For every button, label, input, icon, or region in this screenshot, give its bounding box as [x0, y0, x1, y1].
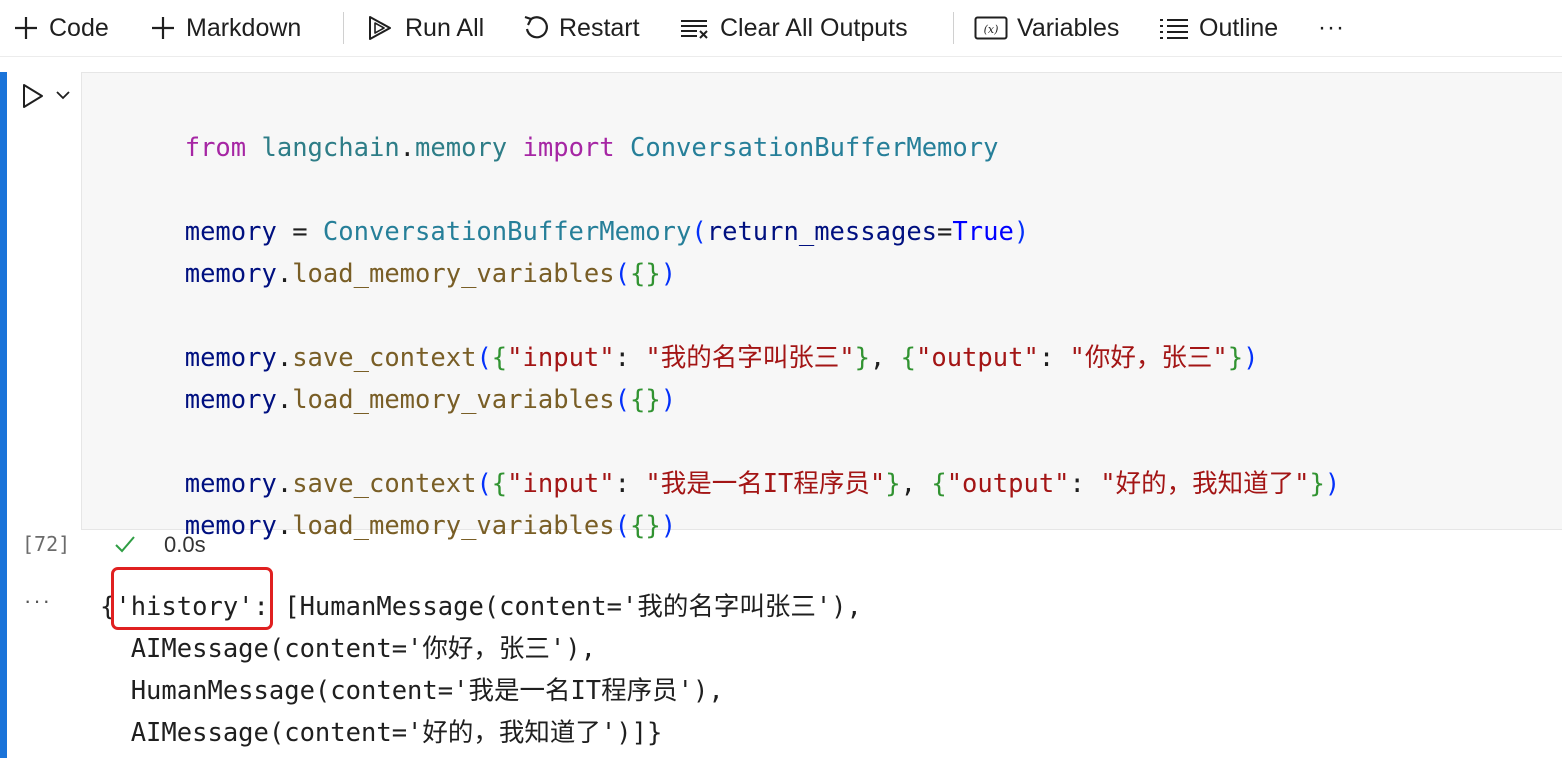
- more-actions-label: ···: [1318, 14, 1345, 41]
- outline-button[interactable]: Outline: [1158, 0, 1278, 56]
- variables-label: Variables: [1017, 13, 1120, 42]
- output-line: HumanMessage(content='我是一名IT程序员'),: [100, 676, 724, 706]
- clear-all-outputs-label: Clear All Outputs: [720, 13, 908, 42]
- add-markdown-cell-label: Markdown: [186, 13, 302, 42]
- more-actions-button[interactable]: ···: [1318, 0, 1345, 56]
- toolbar-divider: [343, 12, 344, 44]
- add-code-cell-button[interactable]: Code: [12, 0, 109, 56]
- highlight-annotation-box: [111, 567, 273, 630]
- execution-count: [72]: [22, 532, 71, 556]
- collapse-cell-button[interactable]: [54, 86, 72, 104]
- chevron-down-icon: [56, 91, 70, 100]
- execution-time: 0.0s: [164, 532, 206, 557]
- toolbar-divider: [953, 12, 954, 44]
- output-actions-button[interactable]: ···: [24, 588, 52, 614]
- code-line: memory.save_context({"input": "我是一名IT程序员…: [184, 469, 1341, 499]
- restart-icon: [522, 14, 550, 42]
- code-line: from langchain.memory import Conversatio…: [184, 133, 999, 163]
- variables-icon: (x): [974, 14, 1008, 42]
- run-all-label: Run All: [405, 13, 485, 42]
- clear-outputs-icon: [679, 14, 711, 42]
- restart-label: Restart: [559, 13, 640, 42]
- run-all-icon: [366, 14, 396, 42]
- run-all-button[interactable]: Run All: [366, 0, 484, 56]
- add-code-cell-label: Code: [49, 13, 109, 42]
- code-line: memory = ConversationBufferMemory(return…: [184, 217, 1030, 247]
- plus-icon: [149, 14, 177, 42]
- restart-button[interactable]: Restart: [522, 0, 640, 56]
- code-line: memory.load_memory_variables({}): [184, 385, 677, 415]
- variables-icon-text: (x): [984, 23, 999, 36]
- variables-button[interactable]: (x) Variables: [974, 0, 1119, 56]
- cell-focus-indicator: [0, 72, 7, 758]
- clear-all-outputs-button[interactable]: Clear All Outputs: [679, 0, 908, 56]
- notebook-toolbar: Code Markdown Run All Restart Clear All …: [0, 0, 1562, 57]
- code-line: memory.load_memory_variables({}): [184, 511, 677, 541]
- code-line: memory.save_context({"input": "我的名字叫张三"}…: [184, 343, 1259, 373]
- outline-label: Outline: [1199, 13, 1279, 42]
- plus-icon: [12, 14, 40, 42]
- output-line: AIMessage(content='你好，张三'),: [100, 634, 596, 664]
- add-markdown-cell-button[interactable]: Markdown: [149, 0, 301, 56]
- play-icon: [23, 84, 43, 108]
- run-cell-button[interactable]: [20, 82, 46, 110]
- code-line: memory.load_memory_variables({}): [184, 259, 677, 289]
- check-icon: [114, 531, 136, 557]
- output-line: AIMessage(content='好的，我知道了')]}: [100, 718, 663, 748]
- outline-icon: [1158, 14, 1190, 42]
